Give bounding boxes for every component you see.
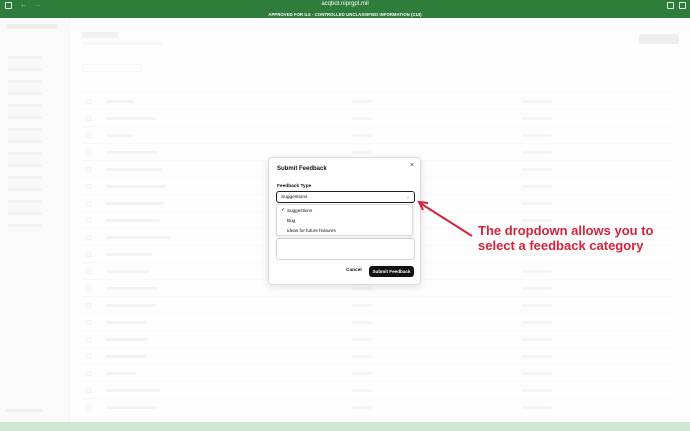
tabs-icon[interactable] (679, 2, 686, 9)
feedback-type-menu: ✓ Suggestions Bug Ideas for future featu… (276, 204, 413, 236)
annotation-text: The dropdown allows you to select a feed… (478, 223, 678, 253)
option-bug[interactable]: Bug (277, 216, 412, 225)
browser-toolbar: ← → acqbot.niprgpt.mil (0, 0, 690, 11)
address-bar[interactable]: acqbot.niprgpt.mil (0, 1, 690, 7)
close-icon[interactable]: × (410, 162, 414, 169)
check-icon: ✓ (281, 207, 286, 213)
feedback-type-select[interactable]: Suggestions ⌄ (276, 191, 415, 203)
submit-feedback-button[interactable]: Submit Feedback (369, 266, 414, 277)
option-suggestions[interactable]: ✓ Suggestions (277, 206, 412, 215)
classification-banner: APPROVED FOR IL5 - CONTROLLED UNCLASSIFI… (0, 11, 690, 18)
feedback-type-label: Feedback Type (277, 184, 312, 189)
annotation-line-1: The dropdown allows you to (478, 223, 654, 238)
dialog-title: Submit Feedback (277, 166, 327, 172)
feedback-textarea[interactable] (276, 238, 415, 260)
footer-bar (0, 422, 690, 431)
chevron-icon: ⌄ (405, 194, 410, 200)
selected-value: Suggestions (281, 195, 308, 200)
share-icon[interactable] (667, 2, 674, 9)
annotation-line-2: select a feedback category (478, 238, 644, 253)
cancel-button[interactable]: Cancel (346, 268, 362, 273)
option-ideas[interactable]: Ideas for future features (277, 226, 412, 235)
